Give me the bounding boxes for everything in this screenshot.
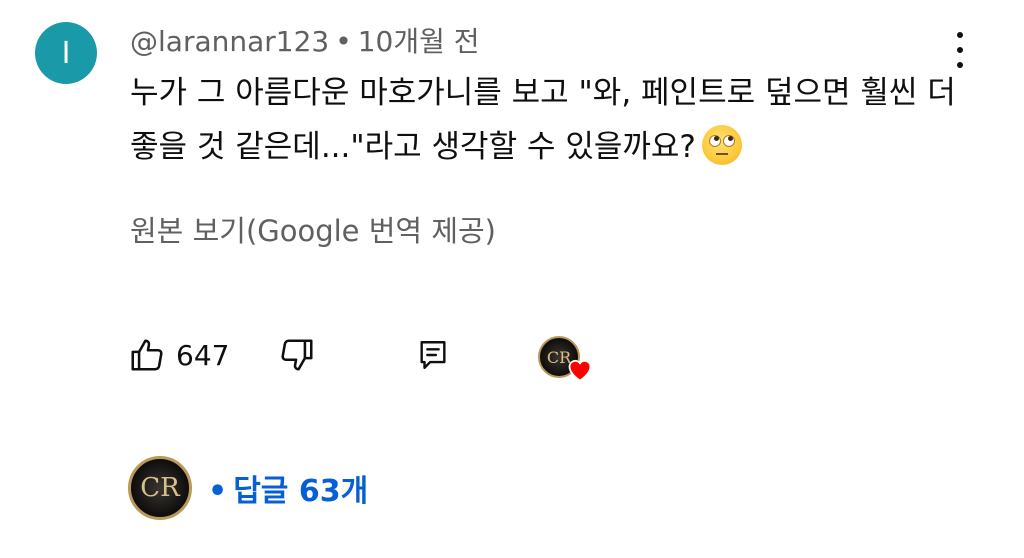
like-button[interactable]: 647	[128, 336, 229, 374]
replies-count[interactable]: • 답글 63개	[208, 466, 368, 510]
comment-text: 누가 그 아름다운 마호가니를 보고 "와, 페인트로 덮으면 훨씬 더 좋을 …	[130, 66, 960, 174]
thumbs-up-icon	[131, 339, 163, 371]
replies-label: 답글 63개	[233, 474, 369, 509]
view-replies-button[interactable]: CR • 답글 63개	[128, 456, 368, 520]
reply-icon	[420, 341, 446, 369]
like-count: 647	[176, 338, 230, 372]
thumbs-down-icon	[281, 339, 313, 371]
replies-separator: •	[208, 474, 228, 509]
comment-author[interactable]: @larannar123	[130, 25, 329, 58]
face-with-rolling-eyes-icon	[701, 125, 742, 165]
reply-avatar-text: CR	[140, 473, 180, 503]
see-original-button[interactable]: 원본 보기(Google 번역 제공)	[130, 208, 496, 250]
comment-author-avatar[interactable]: I	[35, 22, 97, 84]
comment-time[interactable]: 10개월 전	[358, 25, 480, 58]
heart-icon	[568, 359, 592, 382]
more-vertical-icon[interactable]	[950, 32, 970, 68]
reply-button[interactable]	[416, 338, 450, 372]
reply-author-avatar: CR	[128, 456, 192, 520]
comment-text-content: 누가 그 아름다운 마호가니를 보고 "와, 페인트로 덮으면 훨씬 더 좋을 …	[130, 75, 956, 165]
comment-meta: @larannar123 • 10개월 전	[130, 20, 480, 60]
avatar-letter: I	[61, 35, 71, 71]
dislike-button[interactable]	[278, 336, 316, 374]
meta-separator: •	[335, 25, 352, 58]
creator-heart-badge: CR	[538, 336, 596, 386]
